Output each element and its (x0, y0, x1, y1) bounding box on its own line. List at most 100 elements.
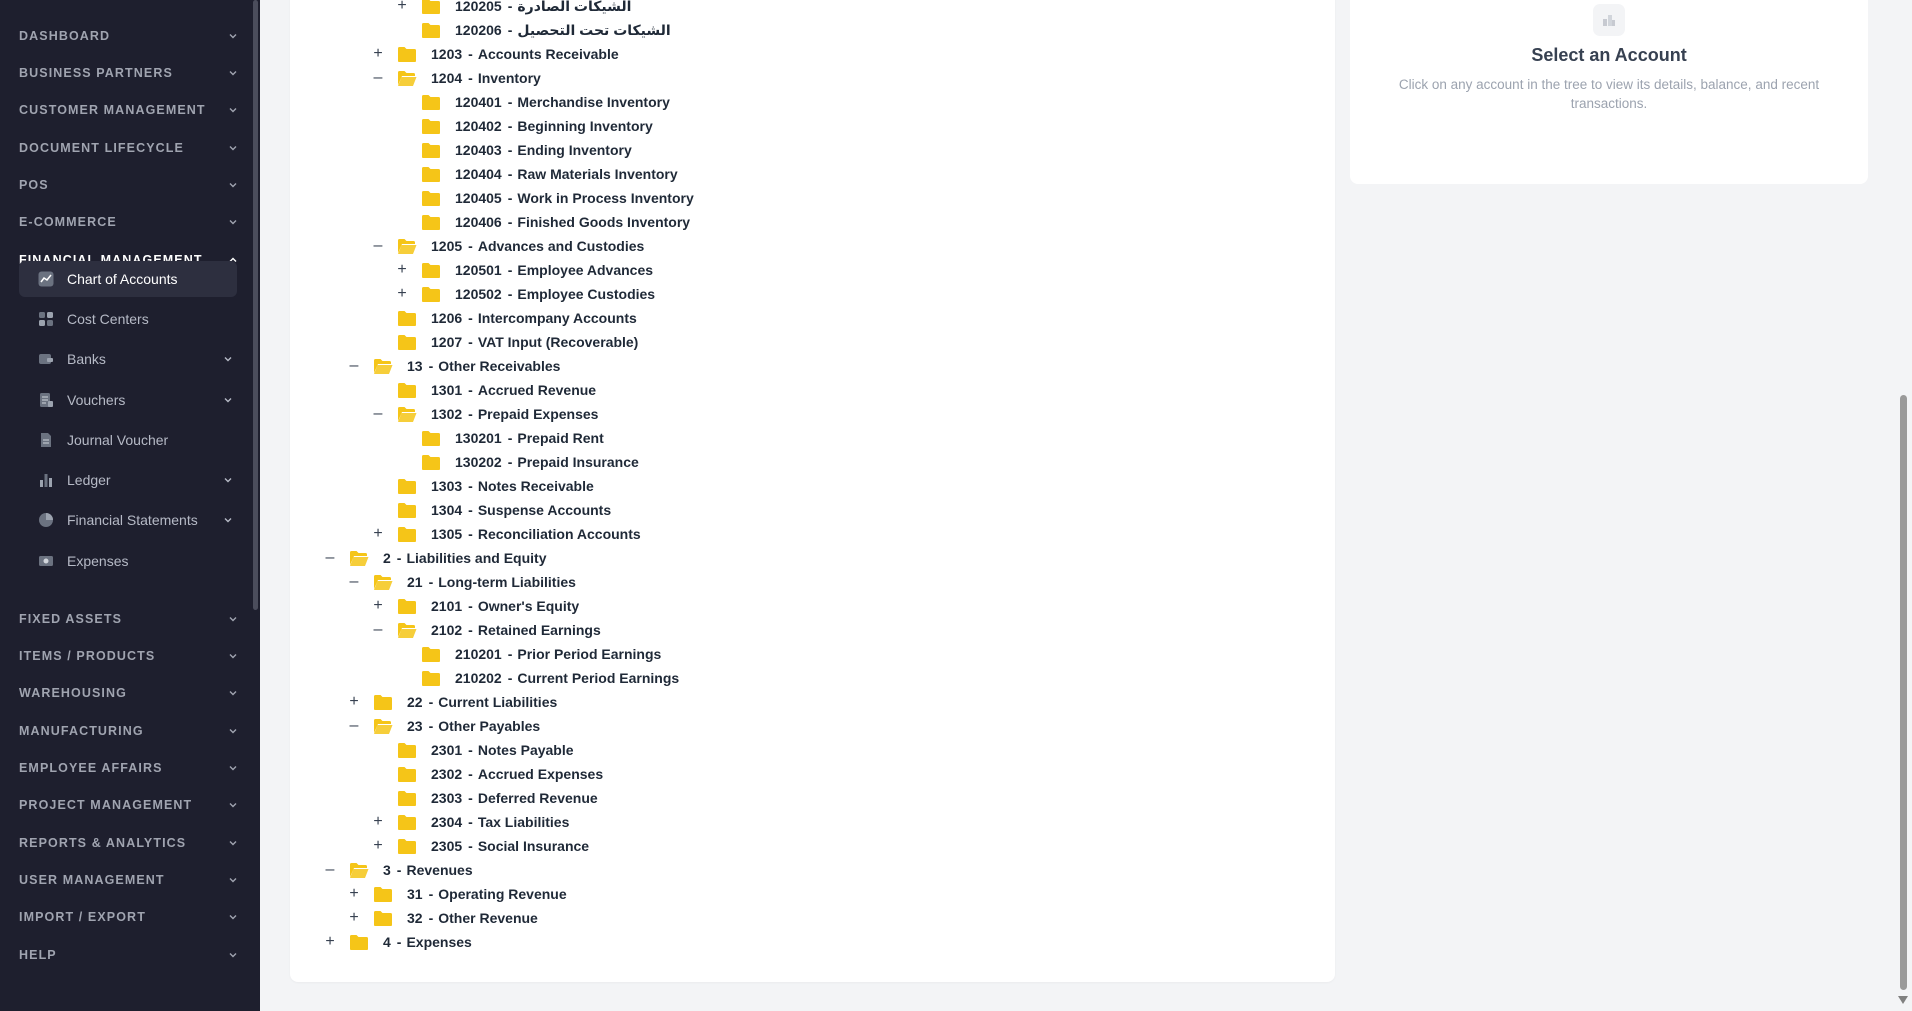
sidebar-item-financial-statements[interactable]: Financial Statements (19, 502, 237, 538)
folder-icon (421, 190, 441, 207)
tree-node[interactable]: 1301- Accrued Revenue (371, 378, 596, 402)
sidebar-item-banks[interactable]: Banks (19, 341, 237, 377)
expand-toggle-icon[interactable]: + (323, 930, 337, 954)
sidebar-item-cost-centers[interactable]: Cost Centers (19, 301, 237, 337)
tree-node[interactable]: 120406- Finished Goods Inventory (395, 210, 690, 234)
sidebar-item-vouchers[interactable]: Vouchers (19, 382, 237, 418)
tree-node[interactable]: – 23- Other Payables (347, 714, 541, 738)
tree-node[interactable]: 130202- Prepaid Insurance (395, 450, 639, 474)
account-code: 1303 (431, 478, 463, 494)
sidebar-item-label: Journal Voucher (67, 432, 169, 448)
tree-node[interactable]: +2304- Tax Liabilities (371, 810, 569, 834)
expand-toggle-icon[interactable]: + (371, 594, 385, 618)
expand-toggle-icon[interactable]: + (371, 810, 385, 834)
tree-node[interactable]: – 2102- Retained Earnings (371, 618, 601, 642)
sidebar-section-import-export[interactable]: IMPORT / EXPORT (19, 902, 239, 932)
expand-toggle-icon[interactable]: + (347, 882, 361, 906)
tree-node[interactable]: – 1205- Advances and Custodies (371, 234, 645, 258)
sidebar-section-warehousing[interactable]: WAREHOUSING (19, 678, 239, 708)
page-scrollbar[interactable] (1900, 395, 1907, 990)
account-name: Other Revenue (438, 910, 538, 926)
tree-node[interactable]: – 1204- Inventory (371, 66, 541, 90)
sidebar-section-label: E-COMMERCE (19, 215, 117, 229)
tree-node[interactable]: 210201- Prior Period Earnings (395, 642, 661, 666)
tree-node[interactable]: 120206- الشيكات تحت التحصيل (395, 18, 671, 42)
tree-node[interactable]: – 13- Other Receivables (347, 354, 561, 378)
expand-toggle-icon[interactable]: + (371, 522, 385, 546)
tree-node[interactable]: +32- Other Revenue (347, 906, 538, 930)
sidebar-section-fixed-assets[interactable]: FIXED ASSETS (19, 604, 239, 634)
sidebar-item-ledger[interactable]: Ledger (19, 462, 237, 498)
tree-node[interactable]: +120501- Employee Advances (395, 258, 653, 282)
tree-node[interactable]: 120404- Raw Materials Inventory (395, 162, 678, 186)
tree-node[interactable]: +2305- Social Insurance (371, 834, 589, 858)
expand-toggle-icon[interactable]: + (371, 834, 385, 858)
sidebar-scrollbar[interactable] (253, 0, 258, 610)
expand-toggle-icon[interactable]: + (395, 258, 409, 282)
collapse-toggle-icon[interactable]: – (371, 66, 385, 90)
tree-node[interactable]: 2303- Deferred Revenue (371, 786, 598, 810)
expand-toggle-icon[interactable]: + (371, 42, 385, 66)
tree-node[interactable]: – 1302- Prepaid Expenses (371, 402, 599, 426)
tree-node[interactable]: 1304- Suspense Accounts (371, 498, 611, 522)
collapse-toggle-icon[interactable]: – (323, 546, 337, 570)
tree-node[interactable]: – 3- Revenues (323, 858, 473, 882)
collapse-toggle-icon[interactable]: – (347, 354, 361, 378)
tree-node[interactable]: +120205- الشيكات الصادرة (395, 0, 631, 18)
collapse-toggle-icon[interactable]: – (347, 570, 361, 594)
tree-node[interactable]: 130201- Prepaid Rent (395, 426, 604, 450)
tree-node[interactable]: +2101- Owner's Equity (371, 594, 579, 618)
expand-toggle-icon[interactable]: + (395, 0, 409, 18)
account-name: Social Insurance (477, 838, 590, 854)
sidebar-item-expenses[interactable]: Expenses (19, 543, 237, 579)
collapse-toggle-icon[interactable]: – (347, 714, 361, 738)
document-icon (37, 431, 55, 449)
tree-node[interactable]: 1206- Intercompany Accounts (371, 306, 637, 330)
sidebar-section-items-products[interactable]: ITEMS / PRODUCTS (19, 641, 239, 671)
sidebar-section-help[interactable]: HELP (19, 940, 239, 970)
tree-node[interactable]: – 21- Long-term Liabilities (347, 570, 576, 594)
tree-node[interactable]: +1305- Reconciliation Accounts (371, 522, 640, 546)
sidebar-section-user-management[interactable]: USER MANAGEMENT (19, 865, 239, 895)
tree-node[interactable]: 2301- Notes Payable (371, 738, 574, 762)
sidebar-section-reports-analytics[interactable]: REPORTS & ANALYTICS (19, 828, 239, 858)
collapse-toggle-icon[interactable]: – (371, 402, 385, 426)
collapse-toggle-icon[interactable]: – (371, 618, 385, 642)
tree-node[interactable]: 2302- Accrued Expenses (371, 762, 603, 786)
sidebar-section-business-partners[interactable]: BUSINESS PARTNERS (19, 58, 239, 88)
tree-node[interactable]: 1207- VAT Input (Recoverable) (371, 330, 638, 354)
collapse-toggle-icon[interactable]: – (323, 858, 337, 882)
collapse-toggle-icon[interactable]: – (371, 234, 385, 258)
tree-node[interactable]: 120402- Beginning Inventory (395, 114, 653, 138)
sidebar-section-document-lifecycle[interactable]: DOCUMENT LIFECYCLE (19, 133, 239, 163)
expand-toggle-icon[interactable]: + (395, 282, 409, 306)
account-separator: - (468, 790, 473, 806)
tree-node[interactable]: 120401- Merchandise Inventory (395, 90, 670, 114)
tree-node[interactable]: +31- Operating Revenue (347, 882, 566, 906)
tree-node[interactable]: +4- Expenses (323, 930, 472, 954)
expand-toggle-icon[interactable]: + (347, 690, 361, 714)
account-code: 1204 (431, 70, 463, 86)
sidebar-section-customer-management[interactable]: CUSTOMER MANAGEMENT (19, 95, 239, 125)
scroll-down-arrow-icon[interactable] (1898, 996, 1908, 1004)
tree-node[interactable]: +120502- Employee Custodies (395, 282, 655, 306)
account-name: Suspense Accounts (477, 502, 612, 518)
sidebar-section-employee-affairs[interactable]: EMPLOYEE AFFAIRS (19, 753, 239, 783)
tree-node[interactable]: – 2- Liabilities and Equity (323, 546, 547, 570)
sidebar-section-e-commerce[interactable]: E-COMMERCE (19, 207, 239, 237)
chevron-down-icon (227, 874, 239, 886)
sidebar-section-pos[interactable]: POS (19, 170, 239, 200)
sidebar-section-manufacturing[interactable]: MANUFACTURING (19, 716, 239, 746)
account-separator: - (468, 406, 473, 422)
tree-node[interactable]: +22- Current Liabilities (347, 690, 557, 714)
expand-toggle-icon[interactable]: + (347, 906, 361, 930)
tree-node[interactable]: 210202- Current Period Earnings (395, 666, 679, 690)
tree-node[interactable]: 120403- Ending Inventory (395, 138, 632, 162)
tree-node[interactable]: +1203- Accounts Receivable (371, 42, 618, 66)
sidebar-item-journal-voucher[interactable]: Journal Voucher (19, 422, 237, 458)
tree-node[interactable]: 1303- Notes Receivable (371, 474, 594, 498)
sidebar-section-dashboard[interactable]: DASHBOARD (19, 21, 239, 51)
sidebar-section-project-management[interactable]: PROJECT MANAGEMENT (19, 790, 239, 820)
sidebar-item-chart-of-accounts[interactable]: Chart of Accounts (19, 261, 237, 297)
tree-node[interactable]: 120405- Work in Process Inventory (395, 186, 694, 210)
